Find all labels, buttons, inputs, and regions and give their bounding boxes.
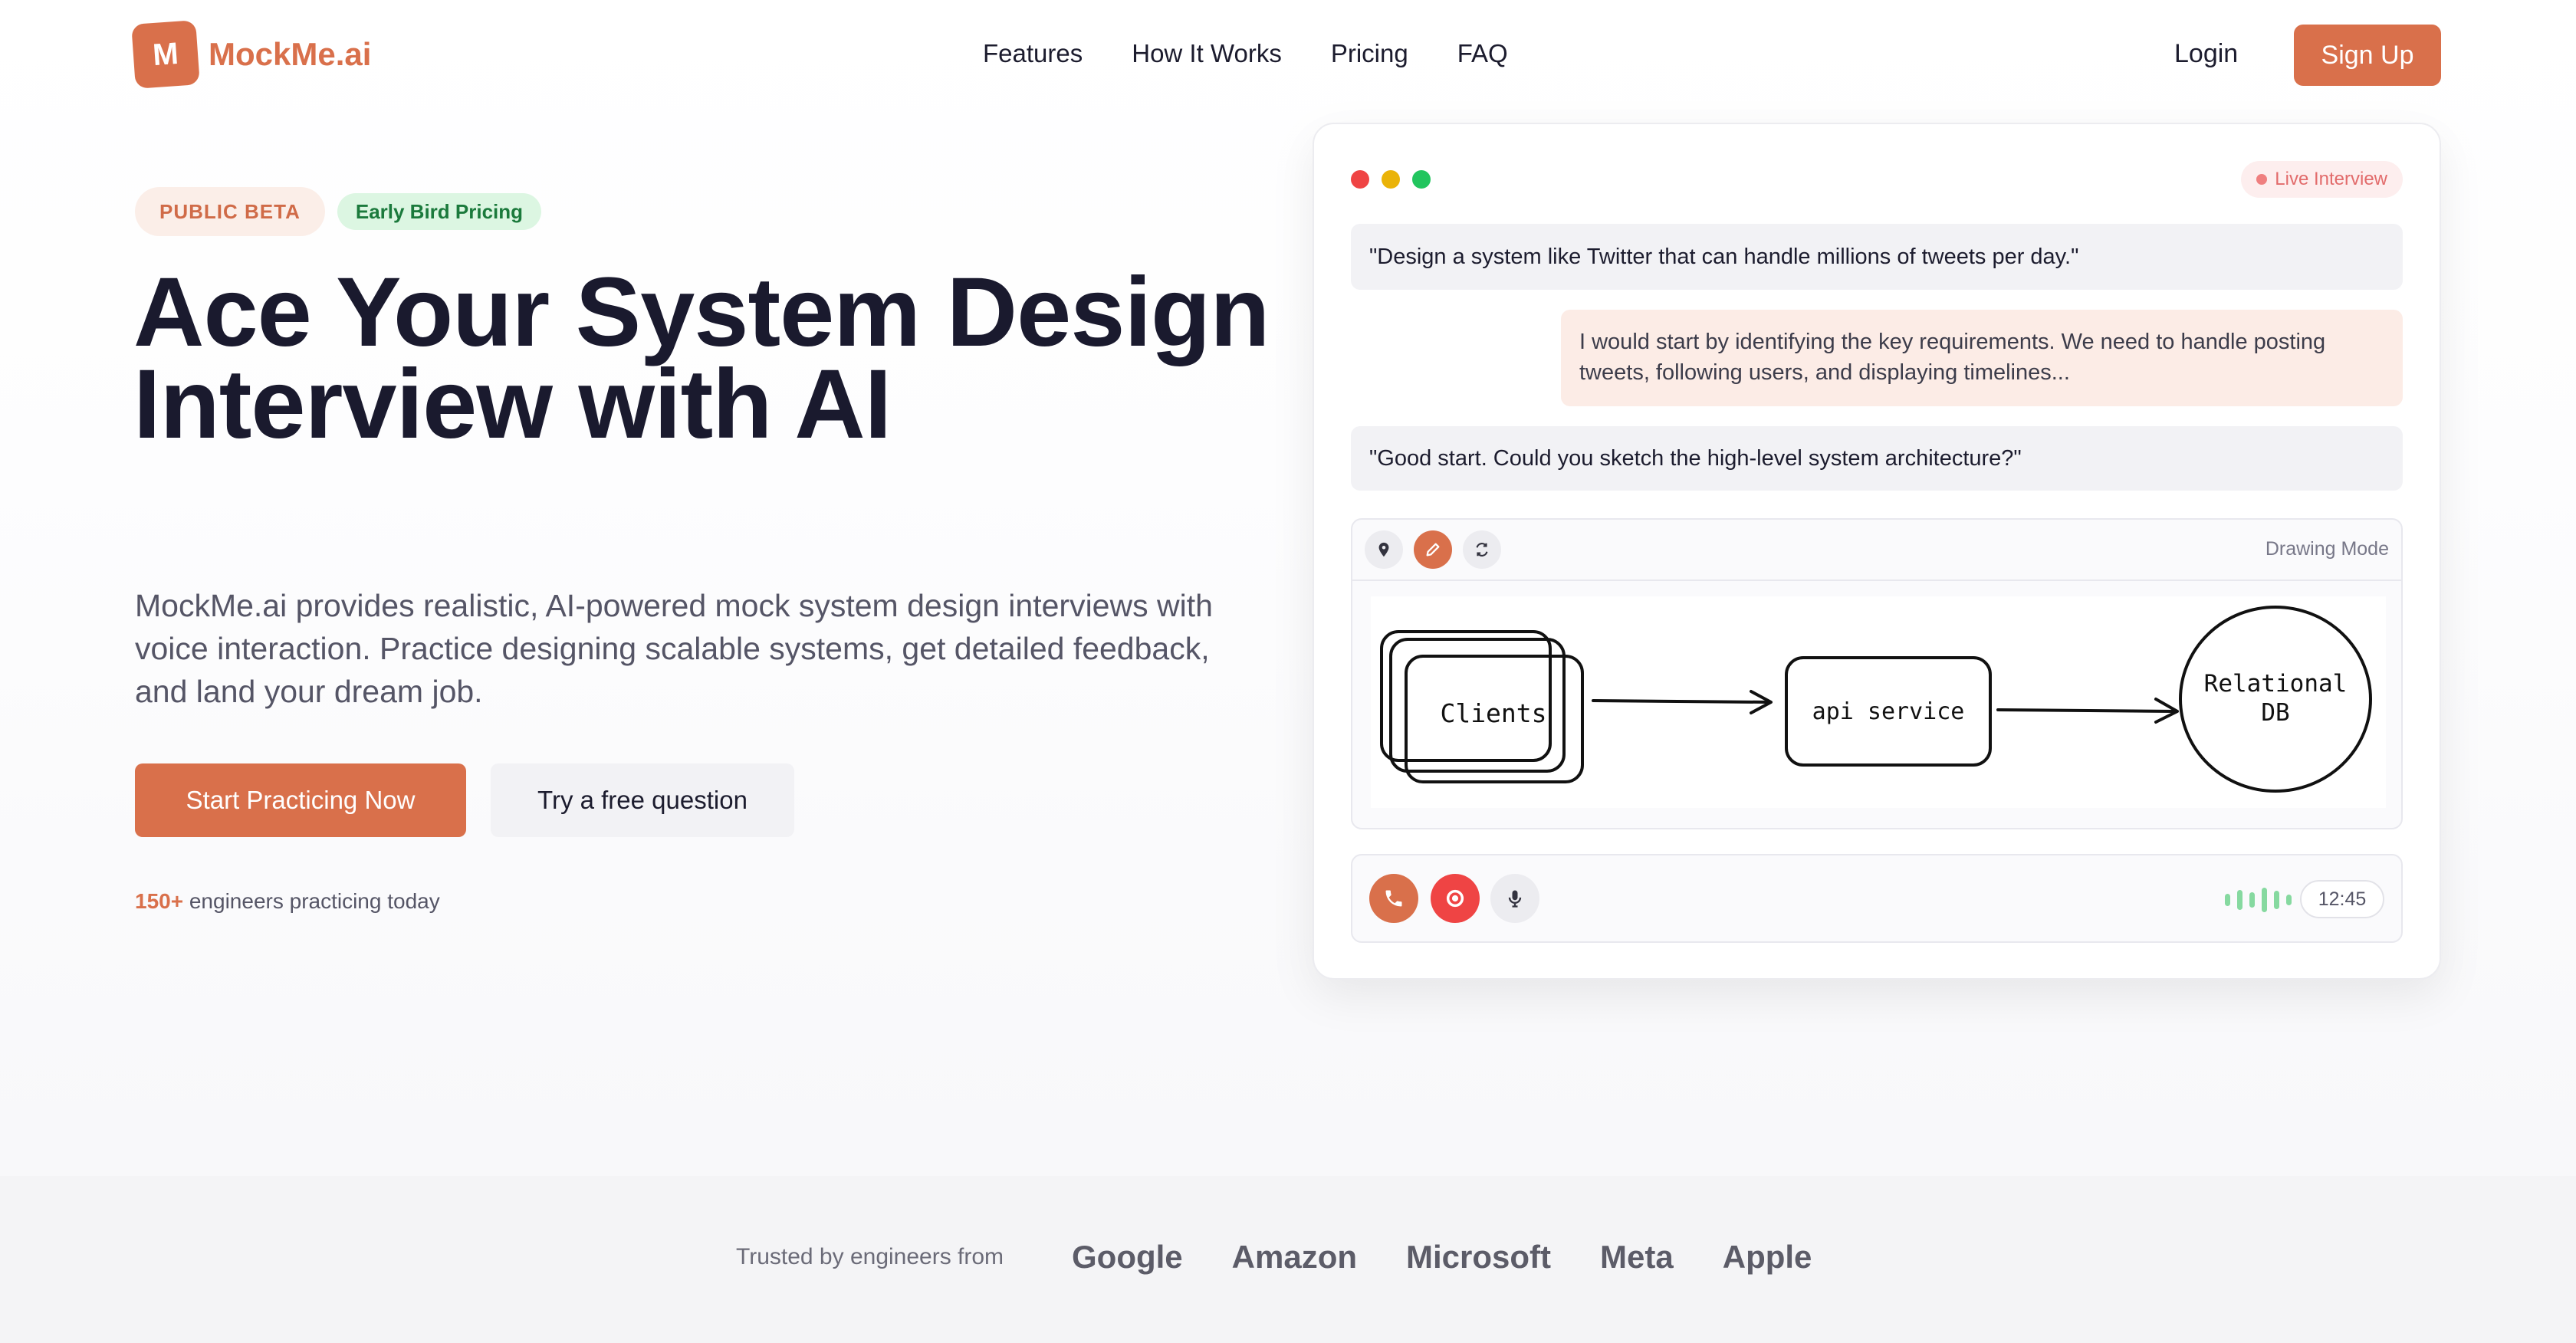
interviewer-message: "Design a system like Twitter that can h… <box>1351 224 2403 290</box>
call-timer: 12:45 <box>2300 880 2384 918</box>
trusted-by-section: Trusted by engineers from Google Amazon … <box>0 1176 2576 1343</box>
api-service-label: api service <box>1812 698 1965 725</box>
drawing-panel: Drawing Mode Clients api service Relatio… <box>1351 518 2403 829</box>
live-interview-label: Live Interview <box>2275 169 2387 189</box>
public-beta-badge: PUBLIC BETA <box>135 187 325 236</box>
architecture-diagram: Clients api service Relational DB <box>1380 606 2372 793</box>
candidate-message: I would start by identifying the key req… <box>1561 310 2403 406</box>
phone-icon[interactable] <box>1369 874 1418 923</box>
window-minimize-dot <box>1382 170 1400 189</box>
company-microsoft: Microsoft <box>1406 1239 1552 1275</box>
early-bird-badge: Early Bird Pricing <box>337 193 542 230</box>
nav-link-faq[interactable]: FAQ <box>1457 34 1508 74</box>
live-interview-badge: Live Interview <box>2241 161 2403 198</box>
nav-link-features[interactable]: Features <box>983 34 1083 74</box>
pin-icon[interactable] <box>1365 530 1403 569</box>
trusted-by-label: Trusted by engineers from <box>736 1244 1004 1269</box>
window-maximize-dot <box>1412 170 1431 189</box>
arrow-api-to-db <box>1996 708 2177 713</box>
hero-title: Ace Your System Design Interview with AI <box>133 258 1270 459</box>
interviewer-message: "Good start. Could you sketch the high-l… <box>1351 426 2403 491</box>
hero-description: MockMe.ai provides realistic, AI-powered… <box>135 588 1213 709</box>
social-proof-text: engineers practicing today <box>189 889 440 913</box>
signup-button[interactable]: Sign Up <box>2294 25 2441 86</box>
nav-link-pricing[interactable]: Pricing <box>1331 34 1408 74</box>
call-controls: 12:45 <box>1351 854 2403 943</box>
audio-waveform-icon <box>2225 888 2298 912</box>
window-close-dot <box>1351 170 1369 189</box>
db-label-line-1: Relational <box>2204 670 2348 698</box>
clients-label: Clients <box>1440 698 1546 728</box>
arrow-clients-to-api <box>1592 699 1771 704</box>
hero-badges: PUBLIC BETA Early Bird Pricing <box>135 187 542 236</box>
nav-links: Features How It Works Pricing FAQ <box>983 34 1557 74</box>
top-navigation: M MockMe.ai Features How It Works Pricin… <box>0 0 2576 109</box>
company-apple: Apple <box>1722 1239 1812 1275</box>
stop-record-icon[interactable] <box>1431 874 1480 923</box>
drawing-mode-label: Drawing Mode <box>2265 538 2389 560</box>
db-label-line-2: DB <box>2261 699 2289 727</box>
company-google: Google <box>1072 1239 1183 1275</box>
drawing-toolbar: Drawing Mode <box>1352 520 2401 581</box>
brand-name: MockMe.ai <box>209 36 372 72</box>
engineer-count: 150+ <box>135 889 184 913</box>
logo-mark-icon: M <box>131 20 200 89</box>
start-practicing-button[interactable]: Start Practicing Now <box>135 763 466 837</box>
company-logos: Google Amazon Microsoft Meta Apple <box>1072 1236 1861 1279</box>
refresh-icon[interactable] <box>1463 530 1501 569</box>
company-meta: Meta <box>1600 1239 1674 1275</box>
live-indicator-icon <box>2256 174 2268 185</box>
interview-mockup-card: Live Interview "Design a system like Twi… <box>1313 123 2441 980</box>
login-link[interactable]: Login <box>2174 34 2238 74</box>
social-proof: 150+ engineers practicing today <box>135 889 440 914</box>
brand-logo[interactable]: M MockMe.ai <box>131 20 372 89</box>
drawing-canvas[interactable]: Clients api service Relational DB <box>1371 596 2386 808</box>
company-amazon: Amazon <box>1231 1239 1358 1275</box>
try-free-question-button[interactable]: Try a free question <box>491 763 794 837</box>
microphone-icon[interactable] <box>1490 874 1539 923</box>
nav-link-how-it-works[interactable]: How It Works <box>1132 34 1282 74</box>
pencil-icon[interactable] <box>1414 530 1452 569</box>
